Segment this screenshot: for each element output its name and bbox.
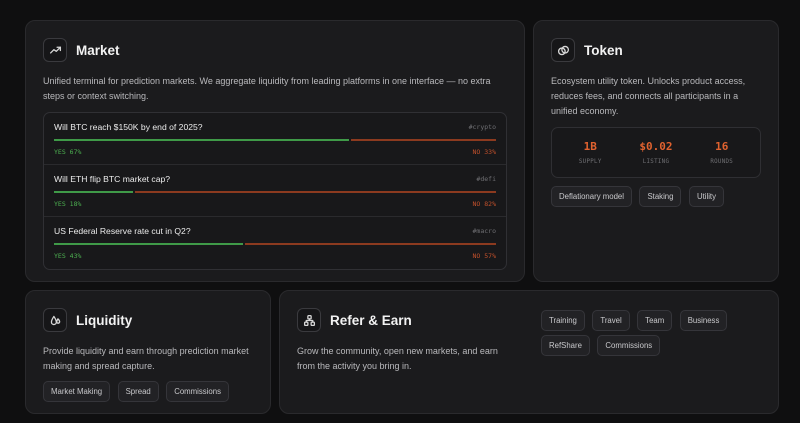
no-odds: NO 57%: [472, 252, 496, 260]
odds-bar: [54, 139, 496, 141]
stat-value: $0.02: [639, 140, 673, 153]
liquidity-icon: [43, 308, 67, 332]
tag-refshare[interactable]: RefShare: [541, 335, 590, 356]
yes-bar: [54, 139, 349, 141]
market-title: Market: [76, 42, 120, 58]
network-icon: [297, 308, 321, 332]
liquidity-description: Provide liquidity and earn through predi…: [43, 346, 249, 371]
no-odds: NO 82%: [472, 200, 496, 208]
market-tag: #crypto: [468, 123, 496, 131]
liquidity-card: Liquidity Provide liquidity and earn thr…: [25, 290, 271, 414]
stat-rounds: 16 ROUNDS: [710, 140, 733, 165]
odds-bar: [54, 191, 496, 193]
token-card: Token Ecosystem utility token. Unlocks p…: [533, 20, 779, 282]
market-card: Market Unified terminal for prediction m…: [25, 20, 525, 282]
yes-odds: YES 18%: [54, 200, 82, 208]
refer-earn-card: Refer & Earn Grow the community, open ne…: [279, 290, 779, 414]
market-item[interactable]: Will ETH flip BTC market cap? #defi YES …: [44, 165, 506, 217]
tag-team[interactable]: Team: [637, 310, 673, 331]
markets-list: Will BTC reach $150K by end of 2025? #cr…: [43, 112, 507, 270]
stat-listing: $0.02 LISTING: [639, 140, 672, 165]
odds-bar: [54, 243, 496, 245]
yes-bar: [54, 191, 134, 193]
token-stats: 1B SUPPLY $0.02 LISTING 16 ROUNDS: [551, 127, 761, 178]
tag-staking[interactable]: Staking: [639, 186, 682, 207]
market-item[interactable]: US Federal Reserve rate cut in Q2? #macr…: [44, 217, 506, 269]
token-title: Token: [584, 42, 623, 58]
token-description: Ecosystem utility token. Unlocks product…: [551, 76, 746, 116]
coins-icon: [551, 38, 575, 62]
no-bar: [350, 139, 496, 141]
stat-value: 16: [715, 140, 729, 153]
tag-training[interactable]: Training: [541, 310, 585, 331]
tag-deflationary-model[interactable]: Deflationary model: [551, 186, 633, 207]
stat-label: LISTING: [642, 159, 670, 165]
token-tags: Deflationary model Staking Utility: [551, 186, 761, 211]
stat-value: 1B: [583, 140, 597, 153]
market-tag: #defi: [476, 175, 496, 183]
stat-label: SUPPLY: [578, 159, 602, 165]
refer-title: Refer & Earn: [330, 312, 412, 328]
tag-commissions[interactable]: Commissions: [166, 381, 229, 402]
yes-odds: YES 43%: [54, 252, 82, 260]
tag-market-making[interactable]: Market Making: [43, 381, 111, 402]
market-question: Will ETH flip BTC market cap?: [54, 174, 171, 184]
yes-odds: YES 67%: [54, 148, 82, 156]
no-bar: [135, 191, 496, 193]
tag-utility[interactable]: Utility: [688, 186, 724, 207]
liquidity-tags: Market Making Spread Commissions: [43, 381, 253, 406]
yes-bar: [54, 243, 244, 245]
market-item[interactable]: Will BTC reach $150K by end of 2025? #cr…: [44, 113, 506, 165]
market-question: US Federal Reserve rate cut in Q2?: [54, 226, 191, 236]
tag-travel[interactable]: Travel: [592, 310, 630, 331]
stat-supply: 1B SUPPLY: [579, 140, 602, 165]
market-header: Market: [43, 38, 507, 62]
liquidity-title: Liquidity: [76, 312, 133, 328]
market-question: Will BTC reach $150K by end of 2025?: [54, 122, 203, 132]
no-bar: [245, 243, 496, 245]
no-odds: NO 33%: [472, 148, 496, 156]
liquidity-header: Liquidity: [43, 308, 253, 332]
tag-spread[interactable]: Spread: [117, 381, 159, 402]
market-tag: #macro: [472, 227, 496, 235]
tag-commissions[interactable]: Commissions: [597, 335, 661, 356]
stat-label: ROUNDS: [710, 159, 734, 165]
tag-business[interactable]: Business: [679, 310, 728, 331]
market-description: Unified terminal for prediction markets.…: [43, 76, 491, 101]
token-header: Token: [551, 38, 761, 62]
refer-tags: Training Travel Team Business RefShare C…: [541, 310, 771, 360]
trending-up-icon: [43, 38, 67, 62]
refer-description: Grow the community, open new markets, an…: [297, 346, 498, 371]
